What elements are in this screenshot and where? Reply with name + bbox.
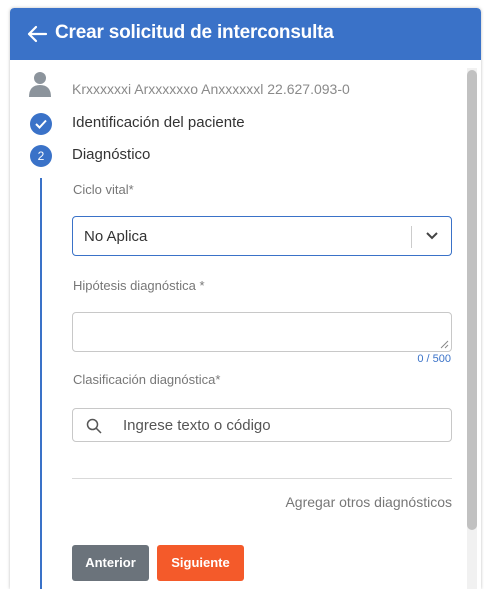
clasificacion-search-input[interactable]: Ingrese texto o código [72,408,452,442]
person-icon [29,72,51,97]
add-diagnoses-link[interactable]: Agregar otros diagnósticos [285,494,452,510]
clasificacion-label: Clasificación diagnóstica* [73,372,221,387]
search-placeholder: Ingrese texto o código [123,417,271,434]
hipotesis-textarea[interactable] [72,312,452,352]
patient-identity: Krxxxxxxi Arxxxxxxo Anxxxxxxl 22.627.093… [72,81,350,97]
hipotesis-label: Hipótesis diagnóstica * [73,278,205,293]
step-label-diagnostico[interactable]: Diagnóstico [72,146,150,163]
ciclo-vital-value: No Aplica [84,228,148,245]
ciclo-vital-label: Ciclo vital* [73,182,134,197]
step-complete-badge [30,113,52,135]
page-title: Crear solicitud de interconsulta [55,22,334,43]
step-label-identificacion[interactable]: Identificación del paciente [72,114,245,131]
arrow-left-icon[interactable] [26,23,48,45]
character-counter: 0 / 500 [417,353,451,365]
interconsulta-panel: Crear solicitud de interconsulta Krxxxxx… [10,8,481,589]
resize-handle-icon[interactable] [440,340,449,349]
stepper-line [40,178,42,589]
search-icon [86,418,102,434]
next-button[interactable]: Siguiente [157,545,244,581]
divider [72,478,452,479]
ciclo-vital-select[interactable]: No Aplica [72,216,452,256]
check-icon [35,119,47,129]
select-divider [411,226,412,248]
previous-button[interactable]: Anterior [72,545,149,581]
step-number-badge: 2 [30,145,52,167]
chevron-down-icon[interactable] [425,231,439,241]
header-bar: Crear solicitud de interconsulta [10,8,481,60]
scrollbar-thumb[interactable] [467,70,477,530]
